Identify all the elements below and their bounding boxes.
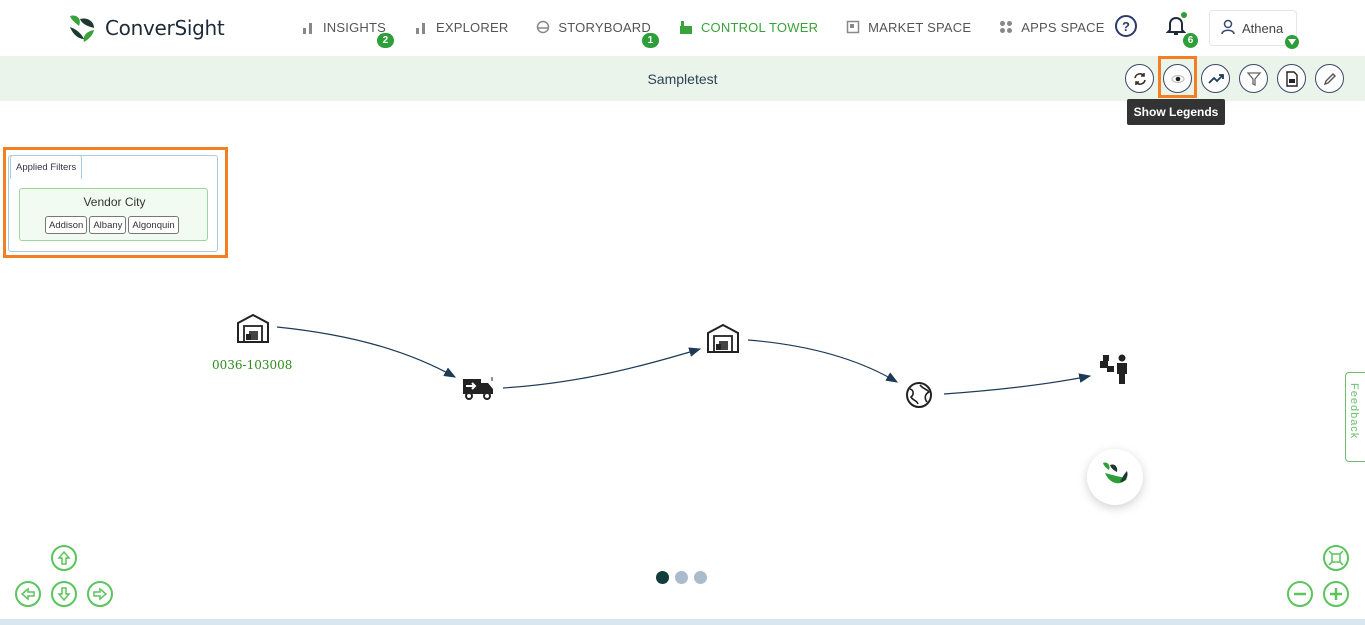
feedback-label: Feedback — [1348, 383, 1360, 440]
customer-icon — [1100, 354, 1127, 384]
page-dot-2[interactable] — [675, 571, 688, 584]
arrow-down-icon[interactable] — [51, 581, 77, 607]
warehouse-icon — [707, 323, 739, 353]
bot-logo-icon — [1103, 462, 1128, 484]
flow-edge — [747, 339, 899, 383]
flow-edge — [276, 326, 457, 378]
arrow-up-icon[interactable] — [51, 545, 77, 571]
page-dot-1[interactable] — [656, 571, 669, 584]
assistant-bot-button[interactable] — [1087, 449, 1143, 505]
node-label[interactable]: 0036-103008 — [212, 358, 292, 372]
page-dot-3[interactable] — [694, 571, 707, 584]
globe-icon — [906, 382, 932, 408]
arrow-right-icon[interactable] — [87, 581, 113, 607]
page-indicator — [656, 571, 713, 584]
zoom-in-icon[interactable] — [1323, 581, 1349, 607]
delivery-truck-icon — [463, 377, 493, 400]
flow-edge — [943, 373, 1092, 395]
bottom-strip — [0, 619, 1365, 625]
arrow-left-icon[interactable] — [15, 581, 41, 607]
zoom-out-icon[interactable] — [1287, 581, 1313, 607]
fit-screen-icon[interactable] — [1323, 545, 1349, 571]
flow-edge — [502, 347, 702, 389]
flow-canvas — [237, 313, 1127, 408]
feedback-tab[interactable]: Feedback — [1345, 372, 1365, 462]
warehouse-icon — [237, 313, 269, 343]
